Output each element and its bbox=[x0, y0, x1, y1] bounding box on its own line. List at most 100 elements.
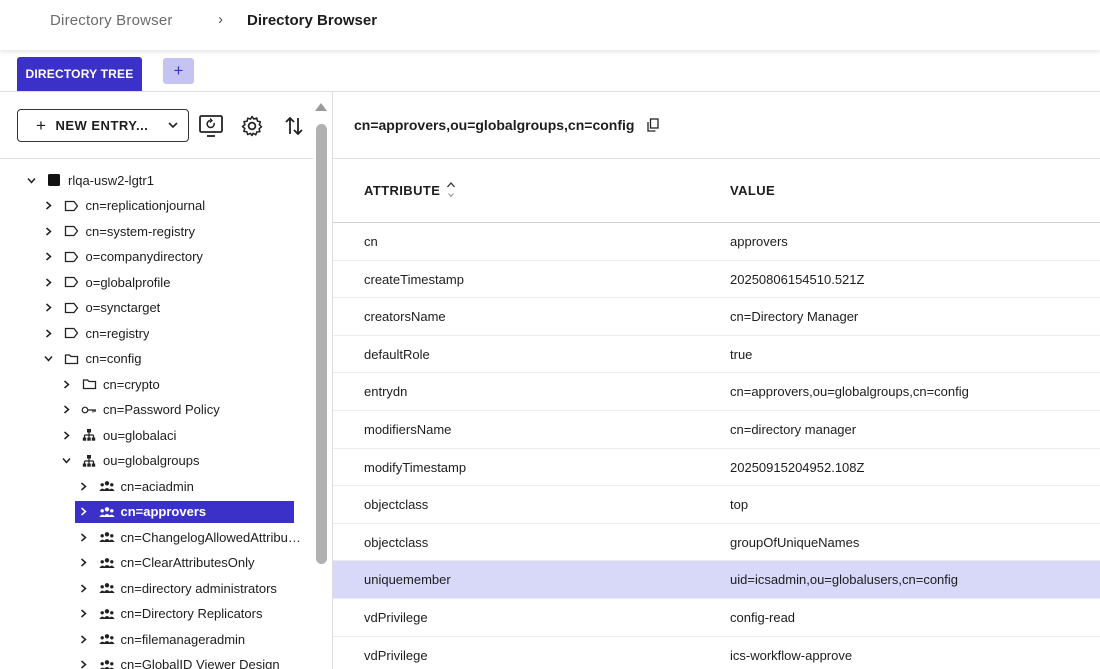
breadcrumb-separator: › bbox=[218, 11, 223, 28]
chevron-down-icon[interactable] bbox=[43, 353, 55, 364]
attribute-name: modifyTimestamp bbox=[364, 459, 467, 475]
chevron-right-icon[interactable] bbox=[43, 226, 55, 237]
toolbar-divider bbox=[0, 158, 313, 159]
chevron-right-icon[interactable] bbox=[60, 430, 72, 441]
tree-node[interactable]: ou=globalaci bbox=[60, 424, 176, 446]
attribute-value: cn=approvers,ou=globalgroups,cn=config bbox=[730, 384, 969, 400]
table-row[interactable]: creatorsName cn=Directory Manager bbox=[333, 298, 1100, 336]
server-square-icon bbox=[46, 173, 62, 187]
table-row[interactable]: objectclass groupOfUniqueNames bbox=[333, 524, 1100, 562]
tree-node[interactable]: cn=ClearAttributesOnly bbox=[78, 552, 255, 574]
tree-node[interactable]: cn=filemanageradmin bbox=[78, 628, 246, 650]
chevron-right-icon[interactable] bbox=[78, 634, 90, 645]
table-row[interactable]: uniquemember uid=icsadmin,ou=globalusers,… bbox=[333, 561, 1100, 599]
chevron-right-icon[interactable] bbox=[43, 277, 55, 288]
attribute-value: config-read bbox=[730, 610, 796, 625]
table-row[interactable]: vdPrivilege ics-workflow-approve bbox=[333, 637, 1100, 669]
attribute-name: uniquemember bbox=[364, 572, 451, 588]
table-row[interactable]: cn approvers bbox=[333, 223, 1100, 261]
entry-dn-title: cn=approvers,ou=globalgroups,cn=config bbox=[354, 117, 635, 133]
attribute-name: objectclass bbox=[364, 534, 429, 550]
tree-scrollbar[interactable] bbox=[316, 124, 327, 564]
tree-node-label: cn=system-registry bbox=[85, 223, 195, 239]
group-icon bbox=[99, 659, 115, 669]
chevron-down-icon[interactable] bbox=[166, 118, 180, 135]
copy-icon[interactable] bbox=[647, 118, 659, 137]
chevron-right-icon[interactable] bbox=[78, 608, 90, 619]
scroll-up-arrow-icon[interactable] bbox=[315, 103, 327, 111]
attribute-name: defaultRole bbox=[364, 346, 430, 362]
tree-node-label: cn=config bbox=[85, 351, 142, 366]
chevron-right-icon[interactable] bbox=[60, 404, 72, 415]
chevron-right-icon[interactable] bbox=[43, 328, 55, 339]
tree-node[interactable]: cn=aciadmin bbox=[78, 475, 194, 497]
sort-arrows-icon[interactable] bbox=[281, 113, 307, 139]
attribute-value: ics-workflow-approve bbox=[730, 647, 853, 663]
tree-node[interactable]: rlqa-usw2-lgtr1 bbox=[25, 169, 154, 191]
tree-node-label: cn=registry bbox=[85, 325, 150, 341]
tree-node-label: cn=aciadmin bbox=[120, 478, 194, 494]
gear-icon[interactable] bbox=[239, 113, 265, 139]
sort-icon[interactable] bbox=[446, 180, 456, 205]
table-row[interactable]: entrydn cn=approvers,ou=globalgroups,cn=c… bbox=[333, 373, 1100, 411]
tree-node[interactable]: ou=globalgroups bbox=[60, 450, 200, 472]
chevron-right-icon[interactable] bbox=[78, 557, 90, 568]
tag-icon bbox=[64, 327, 80, 339]
tree-node[interactable]: cn=config bbox=[43, 348, 142, 370]
tree-node-label: o=globalprofile bbox=[85, 274, 171, 290]
attribute-name: cn bbox=[364, 234, 378, 249]
tree-node[interactable]: cn=ChangelogAllowedAttribut... bbox=[78, 526, 301, 548]
chevron-right-icon[interactable] bbox=[78, 506, 90, 517]
tree-node-label: o=synctarget bbox=[85, 300, 161, 315]
tree-node[interactable]: cn=system-registry bbox=[43, 220, 195, 242]
monitor-refresh-icon[interactable] bbox=[198, 113, 224, 139]
tree-node-label: cn=filemanageradmin bbox=[120, 631, 246, 647]
breadcrumb-root[interactable]: Directory Browser bbox=[50, 12, 173, 29]
tree-node[interactable]: o=synctarget bbox=[43, 297, 161, 319]
tree-node-label: rlqa-usw2-lgtr1 bbox=[68, 172, 154, 188]
tree-node[interactable]: o=companydirectory bbox=[43, 246, 203, 268]
group-icon bbox=[98, 480, 115, 492]
table-row[interactable]: objectclass top bbox=[333, 486, 1100, 524]
chevron-right-icon[interactable] bbox=[78, 532, 90, 543]
new-entry-button[interactable]: + NEW ENTRY... bbox=[17, 109, 189, 142]
tree-node[interactable]: cn=GlobalID Viewer Design bbox=[78, 654, 280, 669]
table-row[interactable]: createTimestamp 20250806154510.521Z bbox=[333, 261, 1100, 299]
chevron-right-icon[interactable] bbox=[78, 659, 90, 669]
chevron-right-icon[interactable] bbox=[43, 302, 55, 313]
table-row[interactable]: modifiersName cn=directory manager bbox=[333, 411, 1100, 449]
tree-node[interactable]: o=globalprofile bbox=[43, 271, 171, 293]
tree-node-label: ou=globalaci bbox=[103, 427, 177, 443]
tree-node[interactable]: cn=Directory Replicators bbox=[78, 603, 262, 625]
group-icon bbox=[98, 582, 115, 594]
attribute-value: approvers bbox=[730, 234, 788, 249]
chevron-right-icon[interactable] bbox=[78, 481, 90, 492]
tag-icon bbox=[64, 251, 80, 263]
table-row[interactable]: vdPrivilege config-read bbox=[333, 599, 1100, 637]
chevron-right-icon[interactable] bbox=[43, 200, 55, 211]
tree-node[interactable]: cn=approvers bbox=[74, 500, 294, 523]
group-icon bbox=[98, 557, 115, 569]
chevron-right-icon[interactable] bbox=[78, 583, 90, 594]
chevron-right-icon[interactable] bbox=[43, 251, 55, 262]
table-row[interactable]: modifyTimestamp 20250915204952.108Z bbox=[333, 449, 1100, 487]
tab-directory-tree[interactable]: DIRECTORY TREE bbox=[17, 57, 142, 91]
chevron-down-icon[interactable] bbox=[60, 455, 72, 466]
breadcrumb-current: Directory Browser bbox=[247, 12, 378, 29]
tree-node[interactable]: cn=replicationjournal bbox=[43, 195, 205, 217]
chevron-right-icon[interactable] bbox=[60, 379, 72, 390]
tree-node[interactable]: cn=crypto bbox=[60, 373, 160, 395]
attribute-name: createTimestamp bbox=[364, 271, 464, 287]
tree-node[interactable]: cn=directory administrators bbox=[78, 577, 277, 599]
add-tab-button[interactable]: + bbox=[163, 58, 194, 84]
tree-node[interactable]: cn=Password Policy bbox=[60, 399, 220, 421]
chevron-down-icon[interactable] bbox=[25, 175, 37, 186]
attribute-name: modifiersName bbox=[364, 422, 452, 437]
directory-tree: rlqa-usw2-lgtr1 cn=replicationjournal cn=s… bbox=[0, 169, 310, 669]
tree-node-label: cn=Password Policy bbox=[103, 402, 220, 417]
tree-node-label: cn=ClearAttributesOnly bbox=[120, 555, 255, 570]
tree-node-label: cn=GlobalID Viewer Design bbox=[120, 657, 280, 669]
table-row[interactable]: defaultRole true bbox=[333, 336, 1100, 374]
column-header-attribute[interactable]: ATTRIBUTE bbox=[364, 183, 440, 198]
tree-node[interactable]: cn=registry bbox=[43, 322, 150, 344]
